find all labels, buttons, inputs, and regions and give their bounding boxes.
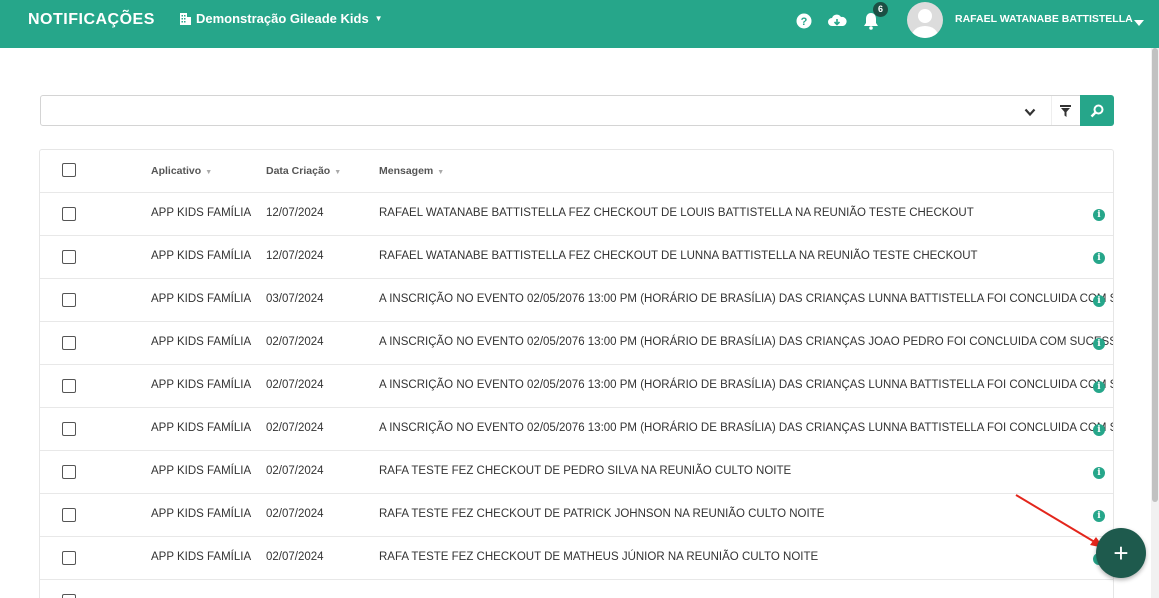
svg-text:?: ? bbox=[801, 16, 808, 28]
table-row[interactable]: APP KIDS FAMÍLIA 12/07/2024 RAFAEL WATAN… bbox=[40, 236, 1113, 279]
organization-name: Demonstração Gileade Kids bbox=[196, 11, 369, 26]
help-icon[interactable]: ? bbox=[792, 9, 816, 33]
cell-message: A INSCRIÇÃO NO EVENTO 02/05/2076 13:00 P… bbox=[379, 422, 1114, 434]
add-button[interactable]: + bbox=[1096, 528, 1146, 578]
row-checkbox[interactable] bbox=[62, 293, 76, 307]
cell-app: APP KIDS FAMÍLIA bbox=[151, 293, 252, 305]
cell-date: 03/07/2024 bbox=[266, 293, 324, 305]
user-name[interactable]: RAFAEL WATANABE BATTISTELLA bbox=[955, 13, 1133, 25]
row-checkbox[interactable] bbox=[62, 422, 76, 436]
cell-app: APP KIDS FAMÍLIA bbox=[151, 508, 252, 520]
cell-message: A INSCRIÇÃO NO EVENTO 02/05/2076 13:00 P… bbox=[379, 379, 1114, 391]
info-icon[interactable]: i bbox=[1093, 424, 1105, 436]
cell-date: 12/07/2024 bbox=[266, 207, 324, 219]
organization-selector[interactable]: Demonstração Gileade Kids ▼ bbox=[179, 11, 383, 26]
search-bar bbox=[40, 95, 1114, 126]
row-checkbox[interactable] bbox=[62, 508, 76, 522]
avatar[interactable] bbox=[907, 2, 943, 38]
row-checkbox[interactable] bbox=[62, 207, 76, 221]
row-checkbox[interactable] bbox=[62, 465, 76, 479]
info-icon[interactable]: i bbox=[1093, 295, 1105, 307]
info-icon[interactable]: i bbox=[1093, 209, 1105, 221]
table-row[interactable]: APP KIDS FAMÍLIA 12/07/2024 RAFAEL WATAN… bbox=[40, 193, 1113, 236]
cell-app: APP KIDS FAMÍLIA bbox=[151, 250, 252, 262]
row-checkbox[interactable] bbox=[62, 250, 76, 264]
row-checkbox[interactable] bbox=[62, 551, 76, 565]
building-icon bbox=[180, 13, 191, 25]
cell-date: 12/07/2024 bbox=[266, 250, 324, 262]
table-row[interactable]: APP KIDS FAMÍLIA 02/07/2024 A INSCRIÇÃO … bbox=[40, 365, 1114, 408]
column-header-data-criacao[interactable]: Data Criação ▼ bbox=[266, 165, 341, 177]
table-header: Aplicativo ▼ Data Criação ▼ Mensagem ▼ bbox=[40, 150, 1113, 193]
cell-message: RAFAEL WATANABE BATTISTELLA FEZ CHECKOUT… bbox=[379, 207, 974, 219]
search-icon bbox=[1090, 104, 1104, 117]
info-icon[interactable]: i bbox=[1093, 338, 1105, 350]
cloud-download-icon[interactable] bbox=[825, 9, 849, 33]
scrollbar-thumb[interactable] bbox=[1152, 48, 1158, 502]
table-row[interactable]: APP KIDS FAMÍLIA 03/07/2024 A INSCRIÇÃO … bbox=[40, 279, 1114, 322]
notification-badge: 6 bbox=[873, 2, 888, 17]
table-row[interactable]: APP KIDS FAMÍLIA 02/07/2024 A INSCRIÇÃO … bbox=[40, 408, 1114, 451]
table-row[interactable]: APP KIDS FAMÍLIA 02/07/2024 RAFA TESTE F… bbox=[40, 537, 1113, 580]
plus-icon: + bbox=[1113, 537, 1129, 568]
chevron-down-icon[interactable] bbox=[1134, 14, 1144, 32]
cell-app: APP KIDS FAMÍLIA bbox=[151, 422, 252, 434]
info-icon[interactable]: i bbox=[1093, 467, 1105, 479]
table-row[interactable] bbox=[40, 580, 1113, 598]
column-header-mensagem[interactable]: Mensagem ▼ bbox=[379, 165, 444, 177]
table-row[interactable]: APP KIDS FAMÍLIA 02/07/2024 RAFA TESTE F… bbox=[40, 451, 1113, 494]
info-icon[interactable]: i bbox=[1093, 510, 1105, 522]
caret-down-icon: ▼ bbox=[374, 14, 383, 23]
cell-message: RAFA TESTE FEZ CHECKOUT DE PATRICK JOHNS… bbox=[379, 508, 825, 520]
row-checkbox[interactable] bbox=[62, 336, 76, 350]
cell-app: APP KIDS FAMÍLIA bbox=[151, 379, 252, 391]
search-input[interactable] bbox=[41, 96, 1011, 125]
cell-date: 02/07/2024 bbox=[266, 336, 324, 348]
cell-date: 02/07/2024 bbox=[266, 465, 324, 477]
row-checkbox[interactable] bbox=[62, 379, 76, 393]
cell-message: RAFA TESTE FEZ CHECKOUT DE MATHEUS JÚNIO… bbox=[379, 551, 819, 563]
cell-message: RAFAEL WATANABE BATTISTELLA FEZ CHECKOUT… bbox=[379, 250, 978, 262]
search-dropdown-chevron-icon[interactable] bbox=[1024, 104, 1036, 122]
row-checkbox[interactable] bbox=[62, 594, 76, 598]
table-row[interactable]: APP KIDS FAMÍLIA 02/07/2024 A INSCRIÇÃO … bbox=[40, 322, 1114, 365]
page-title: NOTIFICAÇÕES bbox=[28, 11, 155, 28]
cell-date: 02/07/2024 bbox=[266, 422, 324, 434]
cell-app: APP KIDS FAMÍLIA bbox=[151, 465, 252, 477]
notifications-table: Aplicativo ▼ Data Criação ▼ Mensagem ▼ APP … bbox=[39, 149, 1114, 598]
info-icon[interactable]: i bbox=[1093, 381, 1105, 393]
cell-message: A INSCRIÇÃO NO EVENTO 02/05/2076 13:00 P… bbox=[379, 293, 1114, 305]
cell-message: RAFA TESTE FEZ CHECKOUT DE PEDRO SILVA N… bbox=[379, 465, 792, 477]
cell-date: 02/07/2024 bbox=[266, 551, 324, 563]
cell-app: APP KIDS FAMÍLIA bbox=[151, 207, 252, 219]
info-icon[interactable]: i bbox=[1093, 252, 1105, 264]
page-scrollbar[interactable] bbox=[1151, 48, 1159, 598]
table-row[interactable]: APP KIDS FAMÍLIA 02/07/2024 RAFA TESTE F… bbox=[40, 494, 1113, 537]
cell-date: 02/07/2024 bbox=[266, 508, 324, 520]
top-bar: NOTIFICAÇÕES Demonstração Gileade Kids ▼… bbox=[0, 0, 1159, 48]
cell-app: APP KIDS FAMÍLIA bbox=[151, 551, 252, 563]
column-header-aplicativo[interactable]: Aplicativo ▼ bbox=[151, 165, 212, 177]
cell-date: 02/07/2024 bbox=[266, 379, 324, 391]
search-button[interactable] bbox=[1080, 95, 1114, 126]
cell-message: A INSCRIÇÃO NO EVENTO 02/05/2076 13:00 P… bbox=[379, 336, 1114, 348]
cell-app: APP KIDS FAMÍLIA bbox=[151, 336, 252, 348]
filter-icon[interactable] bbox=[1051, 96, 1079, 125]
select-all-checkbox[interactable] bbox=[62, 163, 76, 177]
